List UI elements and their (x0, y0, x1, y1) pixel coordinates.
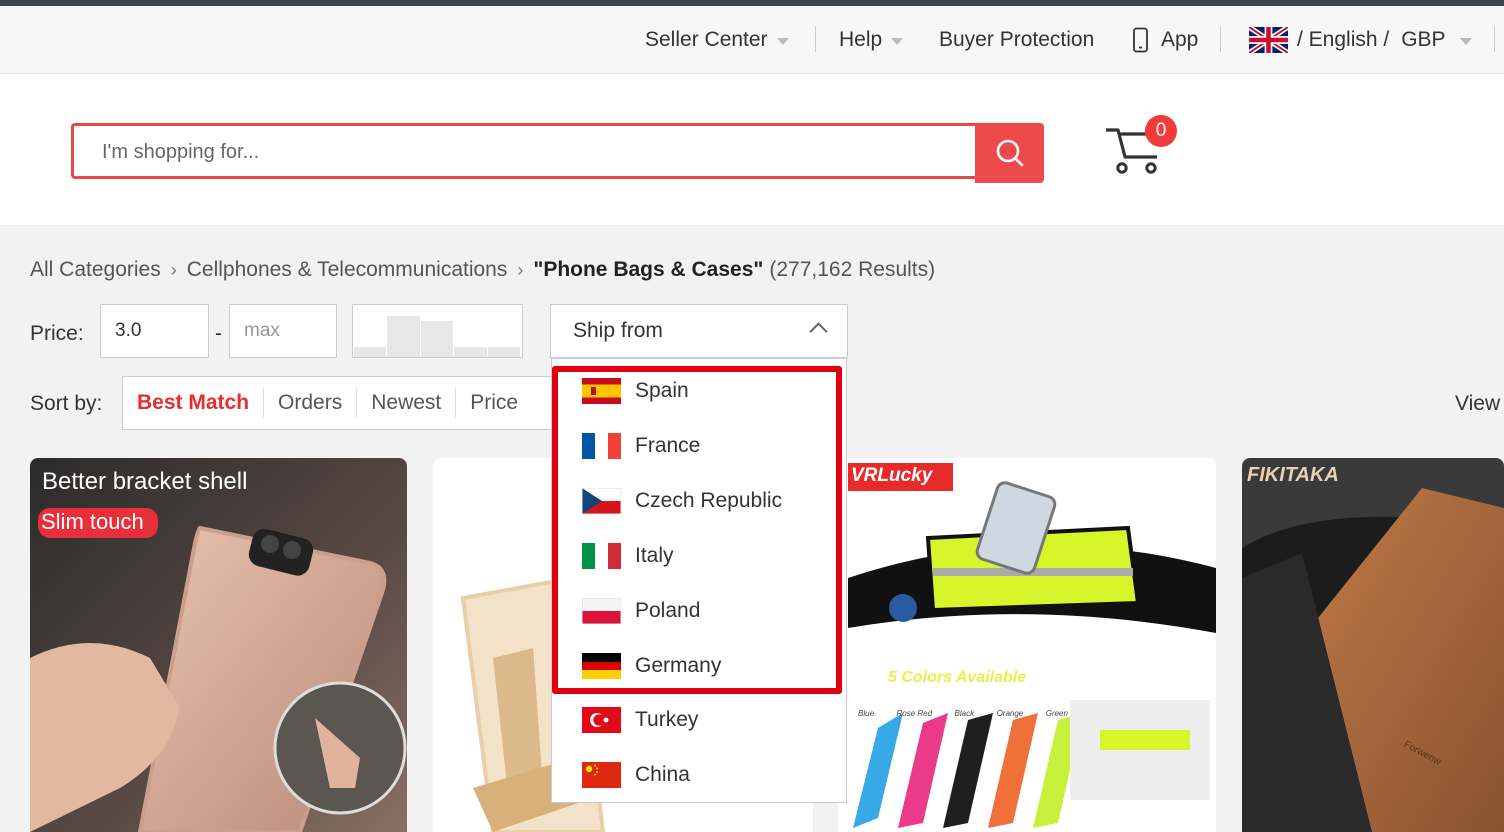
caret-down-icon (1459, 37, 1472, 45)
product-color-labels: Blue Rose Red Black Orange Green (858, 709, 1068, 718)
price-min-input[interactable]: 3.0 (100, 304, 209, 358)
currency-label: GBP (1401, 27, 1446, 51)
search-button[interactable] (975, 123, 1044, 183)
czech-flag-icon (582, 488, 621, 514)
price-max-input[interactable]: max (229, 304, 337, 358)
france-flag-icon (582, 433, 621, 459)
option-label: Spain (635, 379, 689, 402)
divider (815, 26, 816, 52)
language-currency-menu[interactable]: / English / GBP (1249, 6, 1472, 73)
color-label: Black (954, 709, 975, 718)
divider (1220, 26, 1221, 52)
china-flag-icon (582, 762, 621, 788)
search-icon (996, 139, 1023, 167)
option-label: Germany (635, 654, 722, 677)
ship-from-option-china[interactable]: China (582, 760, 690, 790)
results-count: (277,162 Results) (769, 258, 936, 281)
app-link[interactable]: App (1132, 6, 1198, 73)
ship-from-option-germany[interactable]: Germany (582, 651, 721, 681)
chevron-right-icon: › (170, 259, 177, 280)
breadcrumb-current: "Phone Bags & Cases" (533, 258, 764, 281)
divider (1494, 26, 1495, 52)
search-input[interactable] (74, 126, 964, 178)
option-label: Poland (635, 599, 701, 622)
italy-flag-icon (582, 543, 621, 569)
option-label: China (635, 763, 690, 786)
ship-from-option-turkey[interactable]: Turkey (582, 705, 698, 735)
breadcrumb-category[interactable]: Cellphones & Telecommunications (187, 258, 508, 282)
search-box (71, 123, 975, 179)
color-label: Rose Red (896, 709, 933, 718)
sort-options: Best Match Orders Newest Price (122, 376, 562, 430)
product-card[interactable]: VRLucky 5 Colors Available Blue Rose Red… (838, 458, 1216, 832)
product-brand: FIKITAKA (1247, 464, 1339, 486)
histogram-bar (354, 347, 388, 357)
price-separator: - (215, 322, 222, 345)
poland-flag-icon (582, 598, 621, 624)
chevron-right-icon: › (517, 259, 524, 280)
uk-flag-icon (1249, 26, 1288, 53)
help-menu[interactable]: Help (839, 6, 904, 73)
breadcrumb: All Categories › Cellphones & Telecommun… (30, 256, 935, 284)
ship-from-label: Ship from (573, 319, 663, 342)
histogram-bar (487, 347, 522, 357)
ship-from-select[interactable]: Ship from (550, 304, 848, 358)
color-label: Orange (996, 709, 1024, 718)
seller-center-label: Seller Center (645, 27, 768, 51)
seller-center-menu[interactable]: Seller Center (645, 6, 789, 73)
ship-from-option-poland[interactable]: Poland (582, 596, 700, 626)
option-label: Czech Republic (635, 489, 783, 512)
app-label: App (1161, 27, 1199, 51)
option-label: Turkey (635, 708, 699, 731)
turkey-flag-icon (582, 707, 621, 733)
language-label: / English / (1297, 27, 1390, 51)
buyer-protection-label: Buyer Protection (939, 27, 1095, 51)
color-label: Green (1045, 709, 1068, 718)
spain-flag-icon (582, 378, 621, 404)
product-caption: 5 Colors Available (888, 669, 1027, 686)
caret-down-icon (891, 37, 904, 45)
phone-icon (1133, 27, 1148, 52)
buyer-protection-link[interactable]: Buyer Protection (939, 6, 1094, 73)
color-label: Blue (858, 709, 875, 718)
product-image (1242, 458, 1504, 832)
product-card[interactable]: FIKITAKA Forwenw (1242, 458, 1504, 832)
option-label: France (635, 434, 701, 457)
ship-from-option-france[interactable]: France (582, 431, 700, 461)
product-brand: VRLucky (851, 465, 933, 486)
sort-label: Sort by: (30, 392, 103, 415)
product-image (838, 458, 1216, 832)
cart-button[interactable]: 0 (1103, 115, 1183, 182)
ship-from-dropdown: Spain France Czech Republic Italy Poland… (551, 358, 847, 803)
sort-newest[interactable]: Newest (357, 388, 457, 418)
breadcrumb-all-categories[interactable]: All Categories (30, 258, 161, 282)
help-label: Help (839, 27, 883, 51)
product-promo-tag: Slim touch (41, 509, 144, 534)
top-bar: Seller Center Help Buyer Protection App … (0, 6, 1504, 74)
header: 0 (0, 74, 1504, 225)
view-toggle-label[interactable]: View (1455, 392, 1500, 416)
sort-best-match[interactable]: Best Match (123, 388, 265, 418)
histogram-bar (420, 321, 455, 357)
histogram-bar (454, 347, 488, 357)
histogram-bar (387, 316, 421, 357)
caret-down-icon (776, 37, 789, 45)
sort-price[interactable]: Price (456, 388, 532, 418)
ship-from-option-italy[interactable]: Italy (582, 541, 674, 571)
option-label: Italy (635, 544, 674, 567)
cart-count-badge: 0 (1145, 115, 1177, 147)
chevron-up-icon (809, 322, 828, 341)
price-label: Price: (30, 322, 84, 345)
germany-flag-icon (582, 653, 621, 679)
product-card[interactable]: Better bracket shell Slim touch (30, 458, 407, 832)
ship-from-option-czech-republic[interactable]: Czech Republic (582, 486, 782, 516)
ship-from-option-spain[interactable]: Spain (582, 376, 689, 406)
sort-orders[interactable]: Orders (264, 388, 358, 418)
product-promo-text: Better bracket shell (42, 468, 248, 495)
price-histogram[interactable] (352, 304, 523, 358)
